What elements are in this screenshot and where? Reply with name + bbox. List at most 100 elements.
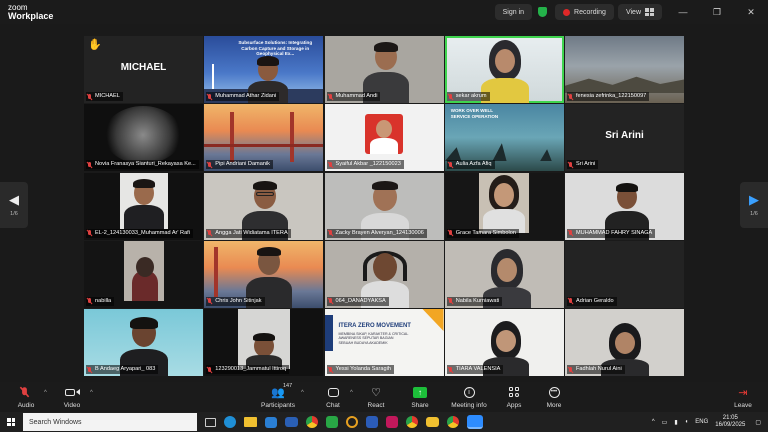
react-button[interactable]: ♡ React [354,384,398,410]
participant-tile[interactable]: Subsurface Solutions: Integrating Carbon… [204,36,324,103]
participant-name-label: Grace Tamara Simbolon [446,228,519,238]
mic-muted-icon [448,298,453,304]
participant-tile[interactable]: Fadhlah Nurul Aini [565,309,684,376]
language-indicator[interactable]: ENG [695,419,708,425]
share-button[interactable]: ↑ Share [398,384,442,409]
view-label: View [625,8,641,16]
participant-name-label: EL-2_124130033_Muhammad Ar' Rafi [86,228,193,238]
mic-muted-icon [328,366,333,373]
previous-page-button[interactable]: ◀ 1/6 [0,182,28,228]
leave-label: Leave [734,402,752,409]
oil-rig-silhouette [444,143,552,162]
participant-tile[interactable]: Muhammad Andi [324,36,444,103]
close-window-button[interactable]: ✕ [734,0,768,24]
task-view-icon[interactable] [205,417,216,427]
app-pink-icon[interactable] [386,416,398,428]
leave-button[interactable]: ⇥ Leave [721,384,765,410]
participant-tile[interactable]: Novia Franasya Sianturi_Rekayasa Ke... [84,104,203,172]
participant-tile[interactable]: MUHAMMAD FAHRY SINAGA [565,172,684,240]
folder-icon[interactable] [426,417,439,427]
participant-tile[interactable]: EL-2_124130033_Muhammad Ar' Rafi [84,172,203,240]
store-icon[interactable] [265,416,277,428]
apps-button[interactable]: Apps [492,384,536,409]
participant-tile[interactable]: Chris John Sitinjak [204,240,324,308]
tray-overflow-icon[interactable]: ^ [652,419,655,425]
participants-button[interactable]: 👥 147 Participants [256,383,300,409]
meeting-info-button[interactable]: i Meeting info [447,384,491,409]
participant-name-label: sekar akrum [446,92,490,101]
apps-label: Apps [506,402,522,409]
chrome-profile-icon[interactable] [406,416,418,428]
leave-door-icon: ⇥ [738,386,748,399]
more-button[interactable]: ••• More [532,384,576,409]
participant-name-label: Aulia Azfa Afiq [446,160,495,170]
zoom-taskbar-icon[interactable] [467,415,483,429]
bridge-tower-right [290,112,295,163]
participant-name-label: fenesia zefrinka_122150097 [567,92,650,101]
sign-in-button[interactable]: Sign in [494,4,533,20]
taskbar-apps [205,415,491,429]
participant-tile[interactable]: WORK OVER WELL SERVICE OPERATION Aulia A… [444,104,564,172]
audio-button[interactable]: Audio [4,384,48,409]
mic-muted-icon [448,230,453,236]
chrome-alt-icon[interactable] [447,416,459,428]
security-shield-icon[interactable] [538,7,548,17]
participant-tile[interactable]: 123290013_Jammatul Ittiroq [204,309,324,376]
mic-muted-icon [22,384,30,400]
video-button[interactable]: Video [50,384,94,409]
battery-icon[interactable]: ▮ [674,419,677,426]
participant-tile[interactable]: Adrian Geraldo [565,240,684,308]
participant-tile[interactable]: Pipi Andriani Damanik [204,104,324,172]
next-page-button[interactable]: ▶ 1/6 [740,182,768,228]
arrow-right-icon: ▶ [749,192,759,207]
participant-tile[interactable]: Angga Jati Widiatama ITERA [204,172,324,240]
chrome-icon[interactable] [306,416,318,428]
recording-indicator[interactable]: Recording [555,4,614,20]
participant-tile-active-speaker[interactable]: sekar akrum [444,36,564,103]
participant-video-frame [124,240,164,301]
edge-browser-icon[interactable] [224,416,236,428]
participant-tile[interactable]: ✋ MICHAEL MICHAEL [84,36,203,103]
participant-tile[interactable]: TIARA VALENSIA [444,309,564,376]
chat-button[interactable]: Chat [311,384,355,409]
participant-tile[interactable]: nabilla [84,240,203,308]
word-icon[interactable] [366,416,378,428]
info-icon: i [463,384,475,400]
participant-tile[interactable]: Sri Arini Sri Arini [565,104,684,172]
brand-workplace: Workplace [8,11,54,21]
page-indicator-right: 1/6 [750,211,758,217]
audio-options-caret[interactable]: ^ [44,390,47,396]
participant-name-label: Fadhlah Nurul Aini [567,365,625,374]
sign-in-label: Sign in [502,8,525,16]
participants-options-caret[interactable]: ^ [301,390,304,396]
mic-muted-icon [568,298,573,304]
network-icon[interactable]: ▭ [662,419,668,426]
react-heart-icon: ♡ [371,386,381,399]
participant-tile[interactable]: B Andaeg Aryapari_ 083 [84,309,203,376]
maximize-button[interactable]: ❐ [700,0,734,24]
windows-search-box[interactable]: Search Windows [23,413,197,431]
app-ring-icon[interactable] [346,416,358,428]
volume-icon[interactable]: ◖ [685,419,689,425]
participant-name-label: TIARA VALENSIA [446,365,504,374]
participant-tile[interactable]: Zacky Brayen Alveryan_124130006 [324,172,444,240]
mic-muted-icon [568,93,573,100]
mail-icon[interactable] [285,417,298,427]
minimize-button[interactable]: — [666,0,700,24]
notifications-icon[interactable]: ▢ [755,419,761,426]
participant-tile[interactable]: Grace Tamara Simbolon [444,172,564,240]
file-explorer-icon[interactable] [244,417,257,427]
participant-tile[interactable]: Nabila Kurniawati [444,240,564,308]
participant-name-label: Zacky Brayen Alveryan_124130006 [326,228,427,238]
participant-tile[interactable]: 064_DANADYAKSA [324,240,444,308]
start-button[interactable] [0,412,22,432]
participant-display-name: MICHAEL [120,62,167,73]
clock[interactable]: 21:05 16/09/2025 [715,415,745,429]
participant-tile[interactable]: fenesia zefrinka_122150097 [565,36,684,103]
video-options-caret[interactable]: ^ [90,390,93,396]
participant-tile[interactable]: ITERA ZERO MOVEMENT MEMBINA SIKAP, KARAK… [324,309,444,376]
chat-options-caret[interactable]: ^ [350,390,353,396]
view-button[interactable]: View [617,4,662,20]
app-green-icon[interactable] [326,416,338,428]
participant-tile[interactable]: Syaiful Akbar _122150023 [324,104,444,172]
